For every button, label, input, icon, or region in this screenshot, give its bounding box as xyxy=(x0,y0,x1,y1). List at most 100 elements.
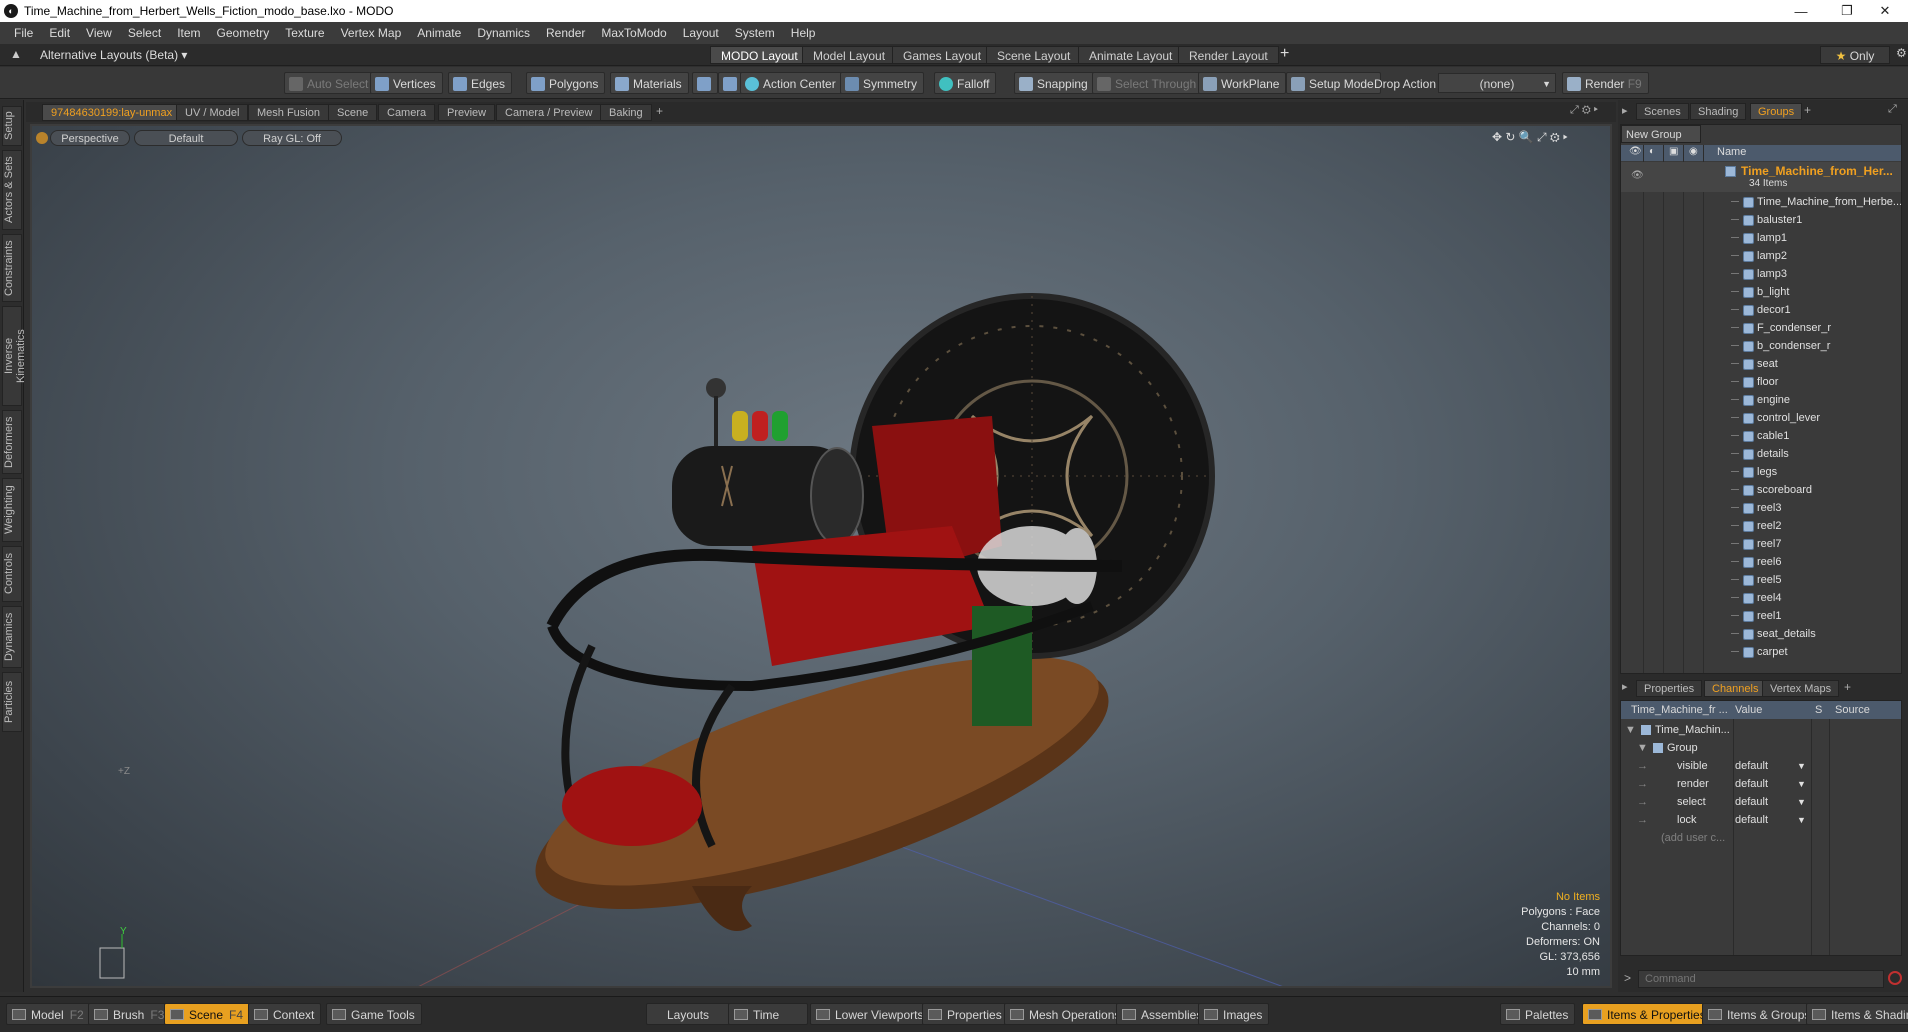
menu-layout[interactable]: Layout xyxy=(675,22,727,44)
side-tab-particles[interactable]: Particles xyxy=(2,672,22,732)
lock-icon[interactable]: ▣ xyxy=(1669,146,1678,157)
tab-scenes[interactable]: Scenes xyxy=(1636,103,1689,120)
tab-preview[interactable]: Preview xyxy=(438,104,496,121)
tab-mesh-fusion[interactable]: Mesh Fusion xyxy=(248,104,329,121)
brush-button[interactable]: Brush F3 xyxy=(88,1003,172,1025)
channel-value-select[interactable]: default ▼ xyxy=(1735,811,1809,829)
new-group-button[interactable]: New Group xyxy=(1621,125,1701,143)
workplane-button[interactable]: WorkPlane xyxy=(1198,72,1287,94)
close-icon[interactable]: ✕ xyxy=(1862,0,1908,22)
symmetry-button[interactable]: Symmetry xyxy=(840,72,924,94)
maximize-viewport-icon[interactable]: ⤢ ⚙ ▸ xyxy=(1570,104,1598,117)
falloff-button[interactable]: Falloff xyxy=(934,72,997,94)
group-item-row[interactable]: baluster1 xyxy=(1621,211,1901,229)
eye-icon[interactable]: 👁 xyxy=(1631,170,1644,181)
group-item-row[interactable]: reel3 xyxy=(1621,499,1901,517)
channel-row[interactable]: → render default ▼ xyxy=(1621,775,1901,793)
menu-view[interactable]: View xyxy=(78,22,120,44)
render-button[interactable]: Render F9 xyxy=(1562,72,1649,94)
add-panel-tab-icon[interactable]: + xyxy=(1804,103,1811,117)
select-through-button[interactable]: Select Through xyxy=(1092,72,1204,94)
channel-group-row[interactable]: ▼ Group xyxy=(1621,739,1901,757)
scene-button[interactable]: Scene F4 xyxy=(164,1003,251,1025)
group-item-row[interactable]: reel2 xyxy=(1621,517,1901,535)
side-tab-inverse-kinematics[interactable]: Inverse Kinematics xyxy=(2,306,27,406)
menu-texture[interactable]: Texture xyxy=(277,22,332,44)
auto-select-button[interactable]: Auto Select xyxy=(284,72,376,94)
channel-row[interactable]: → visible default ▼ xyxy=(1621,757,1901,775)
mesh-operations-button[interactable]: Mesh Operations xyxy=(1004,1003,1128,1025)
side-tab-controls[interactable]: Controls xyxy=(2,546,22,602)
group-item-row[interactable]: reel6 xyxy=(1621,553,1901,571)
menu-maxtomodo[interactable]: MaxToModo xyxy=(593,22,674,44)
lower-viewports-button[interactable]: Lower Viewports xyxy=(810,1003,931,1025)
channel-row[interactable]: → lock default ▼ xyxy=(1621,811,1901,829)
action-center-button[interactable]: Action Center xyxy=(740,72,843,94)
expand-panel-icon[interactable]: ⤢ xyxy=(1888,103,1897,116)
menu-edit[interactable]: Edit xyxy=(41,22,78,44)
time-button[interactable]: Time xyxy=(728,1003,808,1025)
add-tab-icon[interactable]: + xyxy=(656,104,663,118)
group-item-row[interactable]: b_condenser_r xyxy=(1621,337,1901,355)
menu-file[interactable]: File xyxy=(6,22,41,44)
group-item-row[interactable]: decor1 xyxy=(1621,301,1901,319)
group-item-row[interactable]: details xyxy=(1621,445,1901,463)
side-tab-actors-sets[interactable]: Actors & Sets xyxy=(2,150,22,230)
tab-groups[interactable]: Groups xyxy=(1750,103,1803,120)
group-item-row[interactable]: reel1 xyxy=(1621,607,1901,625)
tab-scene-layout[interactable]: Scene Layout xyxy=(986,46,1082,64)
group-item-row[interactable]: engine xyxy=(1621,391,1901,409)
side-tab-deformers[interactable]: Deformers xyxy=(2,410,22,474)
layout-up-icon[interactable]: ▲ xyxy=(10,47,22,61)
tab-camera[interactable]: Camera xyxy=(378,104,436,121)
group-item-row[interactable]: lamp2 xyxy=(1621,247,1901,265)
group-item-row[interactable]: b_light xyxy=(1621,283,1901,301)
group-item-row[interactable]: reel5 xyxy=(1621,571,1901,589)
group-item-row[interactable]: floor xyxy=(1621,373,1901,391)
menu-help[interactable]: Help xyxy=(783,22,824,44)
render-toggle-icon[interactable]: ◐ xyxy=(1649,146,1655,157)
add-user-channel[interactable]: (add user c... xyxy=(1621,829,1901,847)
group-item-row[interactable]: scoreboard xyxy=(1621,481,1901,499)
group-item-row[interactable]: F_condenser_r xyxy=(1621,319,1901,337)
group-item-row[interactable]: control_lever xyxy=(1621,409,1901,427)
group-item-row[interactable]: carpet xyxy=(1621,643,1901,661)
tab-scene[interactable]: Scene xyxy=(328,104,378,121)
snapping-button[interactable]: Snapping xyxy=(1014,72,1095,94)
group-item-row[interactable]: legs xyxy=(1621,463,1901,481)
game-tools-button[interactable]: Game Tools xyxy=(326,1003,422,1025)
group-item-row[interactable]: Time_Machine_from_Herbe... xyxy=(1621,193,1901,211)
model-button[interactable]: Model F2 xyxy=(6,1003,91,1025)
palettes-button[interactable]: Palettes xyxy=(1500,1003,1576,1025)
add-layout-icon[interactable]: + xyxy=(1280,45,1289,63)
add-channel-tab-icon[interactable]: + xyxy=(1844,680,1851,694)
eye-icon[interactable]: 👁 xyxy=(1629,146,1642,157)
menu-select[interactable]: Select xyxy=(120,22,169,44)
menu-item[interactable]: Item xyxy=(169,22,208,44)
items-groups-button[interactable]: Items & Groups xyxy=(1702,1003,1818,1025)
tab-vertex-maps[interactable]: Vertex Maps xyxy=(1762,680,1840,697)
tab-uv-model[interactable]: UV / Model xyxy=(176,104,249,121)
materials-button[interactable]: Materials xyxy=(610,72,689,94)
select-mode-button[interactable] xyxy=(692,72,718,94)
edges-button[interactable]: Edges xyxy=(448,72,513,94)
3d-viewport[interactable]: Perspective Default Ray GL: Off ✥ ↻ 🔍 ⤢ … xyxy=(30,124,1612,988)
only-toggle[interactable]: ★ Only xyxy=(1820,46,1890,64)
polygons-button[interactable]: Polygons xyxy=(526,72,606,94)
group-item-row[interactable]: lamp1 xyxy=(1621,229,1901,247)
side-tab-setup[interactable]: Setup xyxy=(2,106,22,146)
alternative-layouts-dropdown[interactable]: Alternative Layouts (Beta) ▾ xyxy=(40,48,187,62)
tab-games-layout[interactable]: Games Layout xyxy=(892,46,993,64)
tab-channels[interactable]: Channels xyxy=(1704,680,1767,697)
minimize-icon[interactable]: — xyxy=(1778,0,1824,22)
vertices-button[interactable]: Vertices xyxy=(370,72,443,94)
side-tab-dynamics[interactable]: Dynamics xyxy=(2,606,22,668)
items-shading-button[interactable]: Items & Shading xyxy=(1806,1003,1908,1025)
tab-modo-layout[interactable]: MODO Layout xyxy=(710,46,809,64)
drop-action-select[interactable]: (none) ▼ xyxy=(1438,73,1556,93)
channel-value-select[interactable]: default ▼ xyxy=(1735,793,1809,811)
tab-animate-layout[interactable]: Animate Layout xyxy=(1078,46,1184,64)
record-icon[interactable] xyxy=(1888,971,1902,985)
tab-baking[interactable]: Baking xyxy=(600,104,652,121)
menu-system[interactable]: System xyxy=(727,22,783,44)
